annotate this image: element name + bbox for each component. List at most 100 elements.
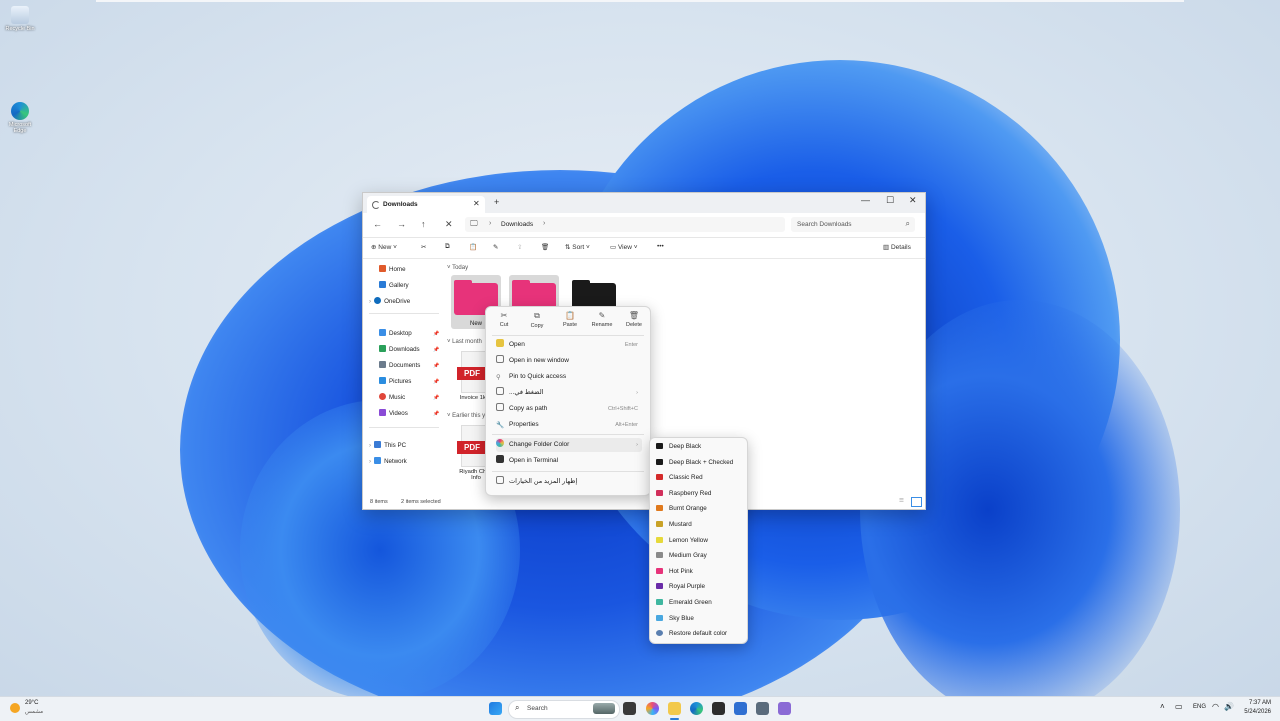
color-option-classic-red[interactable]: Classic Red [656,471,744,485]
volume-icon[interactable]: 🔊 [1224,702,1234,711]
tab-downloads[interactable]: Downloads ✕ [367,196,485,213]
expand-chevron-icon[interactable]: › [369,298,371,305]
group-label: Last month [452,339,482,345]
menu-item-properties[interactable]: 🔧 Properties Alt+Enter [496,418,642,432]
sidebar-divider [369,427,439,428]
chevron-up-icon[interactable]: ˄ [1160,702,1165,711]
status-bar: 8 items 2 items selected ☰ [363,495,925,509]
clock-time[interactable]: 7:37 AM [1247,700,1271,706]
color-option-burnt-orange[interactable]: Burnt Orange [656,502,744,516]
color-option-lemon-yellow[interactable]: Lemon Yellow [656,534,744,548]
new-tab-button[interactable]: + [494,197,499,207]
app-icon[interactable] [778,702,791,715]
details-view-icon[interactable]: ☰ [899,498,904,504]
menu-item-open[interactable]: Open Enter [496,338,642,352]
share-icon[interactable]: ⇪ [517,243,522,251]
expand-chevron-icon[interactable]: › [369,458,371,465]
search-box[interactable]: Search Downloads ⌕ [791,217,915,232]
menu-item-compress[interactable]: ...الضغط في › [496,386,642,400]
color-option-raspberry-red[interactable]: Raspberry Red [656,487,744,501]
file-explorer-icon[interactable] [668,702,681,715]
color-option-medium-gray[interactable]: Medium Gray [656,549,744,563]
desktop-icon-recycle-bin[interactable]: Recycle Bin [2,6,38,32]
sidebar-item-music[interactable]: Music [379,393,405,401]
rename-button[interactable]: ✎ Rename [588,311,616,328]
cut-button[interactable]: ✂ Cut [490,311,518,328]
copy-button[interactable]: ⧉ Copy [523,311,551,329]
store-icon[interactable] [712,702,725,715]
copilot-icon[interactable] [646,702,659,715]
outlook-icon[interactable] [734,702,747,715]
folder-color-swatch-icon [656,489,663,496]
color-option-mustard[interactable]: Mustard [656,518,744,532]
menu-item-pin-quick-access[interactable]: ⚲ Pin to Quick access [496,370,642,384]
archive-icon [496,387,504,395]
sidebar-item-home[interactable]: Home [379,265,406,273]
delete-icon[interactable]: 🗑 [541,243,549,251]
monitor-icon[interactable]: ▭ [1175,702,1183,711]
command-bar: ⊕ New ˅ ✂ ⧉ 📋 ✎ ⇪ 🗑 ⇅ Sort ˅ ▭ View ˅ ••… [363,237,925,259]
sidebar-item-gallery[interactable]: Gallery [379,281,409,289]
edge-icon[interactable] [690,702,703,715]
color-option-royal-purple[interactable]: Royal Purple [656,580,744,594]
new-button[interactable]: ⊕ New ˅ [371,243,397,251]
close-window-button[interactable]: ✕ [909,195,917,206]
stop-icon[interactable]: ✕ [445,219,453,230]
expand-chevron-icon[interactable]: › [369,442,371,449]
menu-item-show-more-options[interactable]: إظهار المزيد من الخيارات [496,475,642,489]
sidebar-item-pictures[interactable]: Pictures [379,377,411,385]
copy-label: Copy [530,323,544,329]
paste-button[interactable]: 📋 Paste [556,311,584,328]
remote-desktop-icon[interactable] [756,702,769,715]
wifi-icon[interactable]: ◠ [1212,702,1219,711]
task-view-icon[interactable] [623,702,636,715]
forward-icon[interactable]: → [397,219,406,229]
sidebar-item-documents[interactable]: Documents [379,361,420,369]
sidebar-item-desktop[interactable]: Desktop [379,329,412,337]
desktop-icon-edge[interactable]: Microsoft Edge [2,102,38,134]
search-placeholder: Search Downloads [797,221,852,228]
clock-date[interactable]: 5/24/2026 [1240,709,1271,715]
language-indicator[interactable]: ENG [1193,704,1206,710]
breadcrumb[interactable]: 🖵 › Downloads › [465,217,785,232]
close-tab-icon[interactable]: ✕ [473,199,480,208]
weather-temp[interactable]: 29°C [25,700,38,706]
color-option-deep-black[interactable]: Deep Black [656,440,744,454]
start-button[interactable] [489,702,502,715]
back-icon[interactable]: ← [373,219,382,229]
group-header-last-month[interactable]: ˅ Last month [447,339,482,345]
cut-icon[interactable]: ✂ [421,243,426,251]
view-button[interactable]: ▭ View ˅ [610,243,638,251]
sidebar-item-network[interactable]: › Network [369,457,407,465]
sidebar-item-this-pc[interactable]: › This PC [369,441,406,449]
search-icon: ⌕ [905,219,910,228]
menu-item-change-folder-color[interactable]: Change Folder Color › [496,438,642,452]
delete-button[interactable]: 🗑 Delete [620,311,648,328]
group-header-today[interactable]: ˅ Today [447,265,468,271]
sidebar-item-videos[interactable]: Videos [379,409,408,417]
menu-item-copy-as-path[interactable]: Copy as path Ctrl+Shift+C [496,402,642,416]
tiles-view-icon[interactable] [911,497,922,507]
sidebar-item-onedrive[interactable]: › OneDrive [369,297,410,305]
color-option-sky-blue[interactable]: Sky Blue [656,612,744,626]
copy-icon[interactable]: ⧉ [445,243,450,251]
breadcrumb-downloads[interactable]: Downloads [501,221,533,228]
chevron-right-icon: › [543,220,546,227]
sidebar-item-downloads[interactable]: Downloads [379,345,420,353]
details-button[interactable]: ▥ Details [883,243,911,251]
color-option-deep-black-checked[interactable]: Deep Black + Checked [656,456,744,470]
color-option-hot-pink[interactable]: Hot Pink [656,565,744,579]
color-option-restore-default-color[interactable]: Restore default color [656,627,744,641]
paste-icon[interactable]: 📋 [469,243,477,251]
menu-item-open-new-window[interactable]: Open in new window [496,354,642,368]
up-icon[interactable]: ↑ [421,219,426,229]
rename-icon[interactable]: ✎ [493,243,498,251]
group-header-earlier[interactable]: ˅ Earlier this ye [447,413,489,419]
minimize-button[interactable]: — [861,195,870,205]
menu-item-open-terminal[interactable]: Open in Terminal [496,454,642,468]
sort-button[interactable]: ⇅ Sort ˅ [565,243,590,251]
taskbar-search[interactable]: ⌕ Search [508,700,620,719]
more-options-icon[interactable]: ••• [657,243,664,250]
maximize-button[interactable]: ☐ [886,195,894,206]
color-option-emerald-green[interactable]: Emerald Green [656,596,744,610]
